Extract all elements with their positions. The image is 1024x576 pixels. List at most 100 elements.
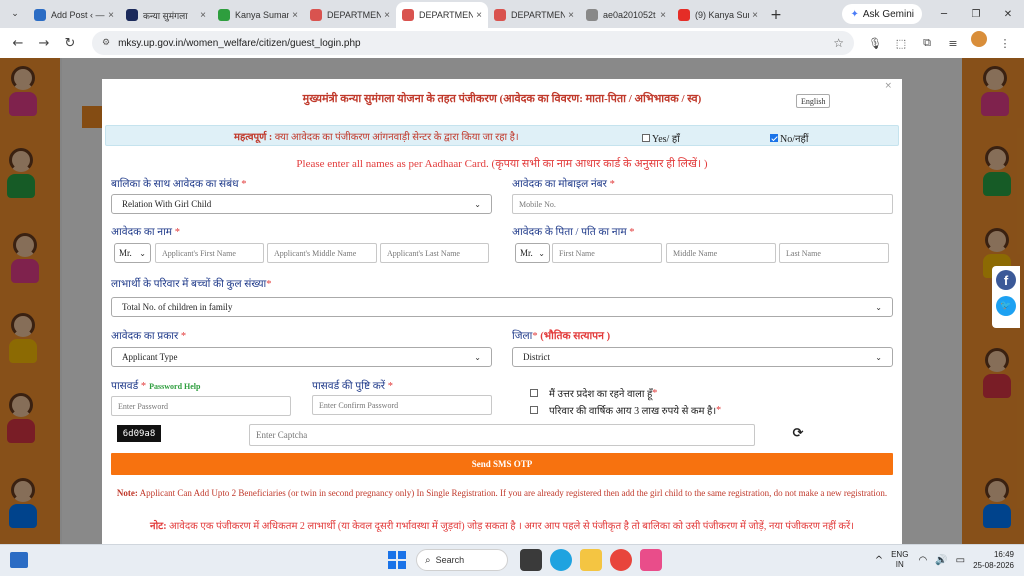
menu-kebab-icon[interactable]: ⋮ [992, 31, 1018, 55]
confirm-password-input[interactable]: Enter Confirm Password [312, 395, 492, 415]
battery-icon[interactable]: ▭ [956, 555, 965, 566]
tab-close-icon[interactable]: × [752, 10, 758, 21]
children-count-label: लाभार्थी के परिवार में बच्चों की कुल संख… [111, 279, 272, 290]
browser-tab[interactable]: DEPARTMENT× [488, 2, 580, 28]
send-sms-otp-button[interactable]: Send SMS OTP [111, 453, 893, 475]
tab-favicon-icon [494, 9, 506, 21]
children-count-select[interactable]: Total No. of children in family ⌄ [111, 297, 893, 317]
applicant-type-select[interactable]: Applicant Type ⌄ [111, 347, 492, 367]
declaration-up-resident[interactable]: मैं उत्तर प्रदेश का रहने वाला हूँ * [530, 386, 657, 400]
district-select[interactable]: District ⌄ [512, 347, 893, 367]
tab-close-icon[interactable]: × [568, 10, 574, 21]
language-indicator[interactable]: ENG IN [891, 550, 908, 570]
microphone-icon[interactable]: 🎙 [862, 31, 888, 55]
gemini-icon: ✦ [850, 8, 859, 20]
browser-tab[interactable]: (9) Kanya Sum × [672, 2, 764, 28]
clock[interactable]: 16:49 25-08-2026 [973, 549, 1014, 571]
declaration-income[interactable]: परिवार की वार्षिक आय 3 लाख रुपये से कम ह… [530, 403, 721, 417]
browser-tab[interactable]: Kanya Suman × [212, 2, 304, 28]
widgets-icon[interactable] [10, 552, 28, 568]
tab-close-icon[interactable]: × [660, 10, 666, 21]
browser-tab[interactable]: कन्या सुमंगला × [120, 2, 212, 28]
modal-close-button[interactable]: × [884, 81, 892, 91]
task-view-icon[interactable] [520, 549, 542, 571]
minimize-button[interactable]: ─ [928, 0, 960, 28]
up-resident-checkbox[interactable] [530, 389, 538, 397]
tab-title: (9) Kanya Sum [695, 10, 750, 20]
tab-close-icon[interactable]: × [200, 10, 206, 21]
tab-close-icon[interactable]: × [108, 10, 114, 21]
father-first-name-input[interactable]: First Name [552, 243, 662, 263]
father-name-label: आवेदक के पिता / पति का नाम * [512, 227, 635, 238]
browser-tab[interactable]: Add Post ‹ — × [28, 2, 120, 28]
applicant-middle-name-input[interactable]: Applicant's Middle Name [267, 243, 377, 263]
file-explorer-icon[interactable] [580, 549, 602, 571]
relation-select[interactable]: Relation With Girl Child ⌄ [111, 194, 492, 214]
reload-button[interactable]: ↻ [58, 31, 82, 55]
option-no[interactable]: No/नहीं [770, 131, 808, 145]
tab-close-icon[interactable]: × [476, 10, 482, 21]
restore-button[interactable]: ❐ [960, 0, 992, 28]
tab-close-icon[interactable]: × [384, 10, 390, 21]
profile-avatar[interactable] [971, 31, 987, 47]
english-language-button[interactable]: English [796, 94, 831, 108]
applicant-salutation-select[interactable]: Mr. ⌄ [114, 243, 151, 263]
chevron-up-icon[interactable]: ^ [875, 555, 883, 566]
tab-title: कन्या सुमंगला [143, 10, 188, 21]
extension-icon[interactable]: ⬚ [888, 31, 914, 55]
applicant-last-name-input[interactable]: Applicant's Last Name [380, 243, 489, 263]
back-button[interactable]: ← [6, 31, 30, 55]
father-salutation-select[interactable]: Mr. ⌄ [515, 243, 550, 263]
browser-tab[interactable]: DEPARTMENT× [304, 2, 396, 28]
modal-title: मुख्यमंत्री कन्या सुमंगला योजना के तहत प… [302, 93, 702, 105]
search-icon: ⌕ [425, 554, 431, 566]
relation-label: बालिका के साथ आवेदक का संबंध * [111, 179, 247, 190]
chevron-down-icon: ⌄ [875, 352, 882, 362]
refresh-captcha-icon[interactable]: ⟳ [790, 425, 806, 441]
income-checkbox[interactable] [530, 406, 538, 414]
browser-tab[interactable]: ae0a201052t × [580, 2, 672, 28]
browser-tab[interactable]: DEPARTMENT× [396, 2, 488, 28]
captcha-image: 6d09a8 [117, 425, 161, 442]
chrome-icon[interactable] [610, 549, 632, 571]
ask-gemini-button[interactable]: ✦ Ask Gemini [842, 4, 922, 24]
page-viewport: f 🐦 × मुख्यमंत्री कन्या सुमंगला योजना के… [0, 58, 1024, 544]
app-icon[interactable] [640, 549, 662, 571]
password-label: पासवर्ड * Password Help [111, 381, 201, 392]
volume-icon[interactable]: 🔊 [935, 555, 947, 566]
windows-start-icon[interactable] [388, 551, 406, 569]
reading-list-icon[interactable]: ≡ [940, 31, 966, 55]
edge-icon[interactable] [550, 549, 572, 571]
applicant-type-label: आवेदक का प्रकार * [111, 331, 187, 342]
option-yes[interactable]: Yes/ हाँ [642, 131, 680, 145]
tab-title: DEPARTMENT [511, 10, 566, 20]
applicant-first-name-input[interactable]: Applicant's First Name [155, 243, 264, 263]
window-controls: ─ ❐ ✕ [928, 0, 1024, 28]
yes-checkbox[interactable] [642, 134, 650, 142]
mobile-input[interactable]: Mobile No. [512, 194, 893, 214]
tab-favicon-icon [218, 9, 230, 21]
bookmark-star-icon[interactable]: ☆ [833, 36, 844, 50]
father-middle-name-input[interactable]: Middle Name [666, 243, 776, 263]
no-checkbox[interactable] [770, 134, 778, 142]
wifi-icon[interactable]: ◠ [918, 555, 927, 566]
twitter-icon[interactable]: 🐦 [996, 296, 1016, 316]
password-help-link[interactable]: Password Help [149, 382, 200, 391]
extensions-puzzle-icon[interactable]: ⧉ [914, 31, 940, 55]
chevron-down-icon: ⌄ [474, 199, 481, 209]
chevron-down-icon: ⌄ [139, 248, 146, 258]
facebook-icon[interactable]: f [996, 270, 1016, 290]
site-info-icon[interactable]: ⚙ [102, 38, 110, 48]
close-window-button[interactable]: ✕ [992, 0, 1024, 28]
taskbar-search[interactable]: ⌕ Search [416, 549, 508, 571]
captcha-input[interactable]: Enter Captcha [249, 424, 755, 446]
password-input[interactable]: Enter Password [111, 396, 291, 416]
tab-close-icon[interactable]: × [292, 10, 298, 21]
father-last-name-input[interactable]: Last Name [779, 243, 889, 263]
tab-title: Add Post ‹ — [51, 10, 105, 20]
tab-search-icon[interactable]: ⌄ [4, 3, 26, 25]
tab-favicon-icon [678, 9, 690, 21]
address-bar[interactable]: ⚙ mksy.up.gov.in/women_welfare/citizen/g… [92, 31, 854, 55]
new-tab-button[interactable]: + [764, 3, 788, 27]
forward-button[interactable]: → [32, 31, 56, 55]
